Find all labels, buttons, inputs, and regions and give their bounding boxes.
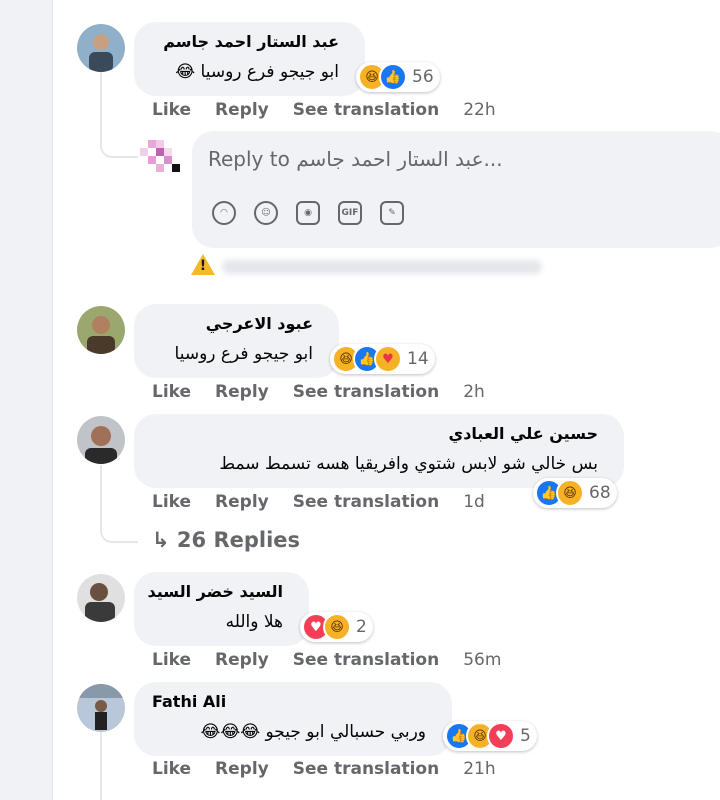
sticker-icon[interactable]: ◠ xyxy=(212,201,236,225)
see-translation-link[interactable]: See translation xyxy=(293,382,439,402)
reply-composer[interactable]: Reply to عبد الستار احمد جاسم... ◠ ☺ ◉ G… xyxy=(192,131,720,248)
comment-timestamp[interactable]: 2h xyxy=(463,382,485,402)
thread-curve xyxy=(100,110,138,158)
reply-button[interactable]: Reply xyxy=(215,100,269,120)
see-translation-link[interactable]: See translation xyxy=(293,100,439,120)
comment-body: ابو جيجو فرع روسيا xyxy=(200,62,339,82)
haha-reaction-icon: 😆 xyxy=(323,613,351,641)
reaction-count: 56 xyxy=(412,67,434,87)
see-translation-link[interactable]: See translation xyxy=(293,650,439,670)
avatar-photo xyxy=(77,684,125,732)
reply-button[interactable]: Reply xyxy=(215,650,269,670)
avatar-photo xyxy=(77,306,125,354)
reply-button[interactable]: Reply xyxy=(215,759,269,779)
comment-bubble: عبود الاعرجي ابو جيجو فرع روسيا xyxy=(134,304,339,378)
reaction-summary[interactable]: 😆 👍 ♥ 14 xyxy=(330,344,435,374)
gif-icon[interactable]: GIF xyxy=(338,201,362,225)
comment-author[interactable]: Fathi Ali xyxy=(152,692,226,711)
avatar[interactable] xyxy=(77,306,125,354)
left-gutter xyxy=(0,0,52,800)
like-button[interactable]: Like xyxy=(152,100,191,120)
comment-body: وربي حسبالي ابو جيجو xyxy=(265,722,427,742)
like-button[interactable]: Like xyxy=(152,759,191,779)
comment-actions: Like Reply See translation 1d xyxy=(152,492,509,512)
current-user-avatar xyxy=(140,140,184,180)
camera-icon[interactable]: ◉ xyxy=(296,201,320,225)
like-button[interactable]: Like xyxy=(152,492,191,512)
like-button[interactable]: Like xyxy=(152,382,191,402)
avatar-photo xyxy=(77,24,125,72)
see-translation-link[interactable]: See translation xyxy=(293,492,439,512)
emoji-icon[interactable]: ☺ xyxy=(254,201,278,225)
comment-text: ابو جيجو فرع روسيا 😂 xyxy=(175,62,339,82)
reaction-summary[interactable]: 👍 😆 ♥ 5 xyxy=(443,721,537,751)
reaction-count: 14 xyxy=(407,349,429,369)
avatar[interactable] xyxy=(77,684,125,732)
comment-body: بس خالي شو لابس شتوي وافريقيا هسه تسمط س… xyxy=(219,454,598,474)
like-reaction-icon: 👍 xyxy=(379,63,407,91)
reaction-summary[interactable]: 👍 😆 68 xyxy=(533,478,617,508)
comment-actions: Like Reply See translation 21h xyxy=(152,759,520,779)
thread-line xyxy=(100,732,102,800)
care-reaction-icon: ♥ xyxy=(374,345,402,373)
sticker-face-icon[interactable]: ✎ xyxy=(380,201,404,225)
laugh-emoji: 😂😂😂 xyxy=(200,722,261,742)
see-translation-link[interactable]: See translation xyxy=(293,759,439,779)
comment-timestamp[interactable]: 21h xyxy=(463,759,495,779)
avatar[interactable] xyxy=(77,24,125,72)
comment-author[interactable]: حسين علي العبادي xyxy=(449,424,598,443)
comment-actions: Like Reply See translation 56m xyxy=(152,650,525,670)
avatar-photo xyxy=(77,416,125,464)
like-button[interactable]: Like xyxy=(152,650,191,670)
reaction-count: 68 xyxy=(589,483,611,503)
replies-count: 26 Replies xyxy=(176,528,301,552)
reaction-count: 2 xyxy=(356,617,367,637)
avatar[interactable] xyxy=(77,416,125,464)
love-reaction-icon: ♥ xyxy=(487,722,515,750)
comment-actions: Like Reply See translation 2h xyxy=(152,382,509,402)
reaction-summary[interactable]: 😆 👍 56 xyxy=(356,62,440,92)
avatar-photo xyxy=(77,574,125,622)
warning-mark: ! xyxy=(199,258,207,274)
reply-input[interactable]: Reply to عبد الستار احمد جاسم... xyxy=(208,147,503,171)
comment-bubble: Fathi Ali وربي حسبالي ابو جيجو 😂😂😂 xyxy=(134,682,452,756)
gutter-divider xyxy=(52,0,53,800)
comment-author[interactable]: عبود الاعرجي xyxy=(206,314,313,333)
comment-timestamp[interactable]: 22h xyxy=(463,100,495,120)
reaction-summary[interactable]: ♥ 😆 2 xyxy=(300,612,373,642)
thread-curve xyxy=(100,505,138,543)
comment-author[interactable]: السيد خضر السيد xyxy=(148,582,283,601)
blurred-notice xyxy=(222,260,542,274)
comment-body: ابو جيجو فرع روسيا xyxy=(174,344,313,364)
avatar[interactable] xyxy=(77,574,125,622)
haha-reaction-icon: 😆 xyxy=(556,479,584,507)
composer-toolbar: ◠ ☺ ◉ GIF ✎ xyxy=(212,201,404,225)
comment-text: وربي حسبالي ابو جيجو 😂😂😂 xyxy=(201,722,427,742)
reply-button[interactable]: Reply xyxy=(215,382,269,402)
comment-author[interactable]: عبد الستار احمد جاسم xyxy=(163,32,339,51)
view-replies-link[interactable]: ↳ 26 Replies xyxy=(152,528,300,552)
comment-bubble: حسين علي العبادي بس خالي شو لابس شتوي وا… xyxy=(134,414,624,488)
reply-arrow-icon: ↳ xyxy=(152,528,170,552)
comment-bubble: عبد الستار احمد جاسم ابو جيجو فرع روسيا … xyxy=(134,22,365,96)
comment-timestamp[interactable]: 56m xyxy=(463,650,501,670)
reaction-count: 5 xyxy=(520,726,531,746)
comment-timestamp[interactable]: 1d xyxy=(463,492,485,512)
comment-body: هلا والله xyxy=(225,612,283,632)
laugh-emoji: 😂 xyxy=(175,62,196,82)
comment-bubble: السيد خضر السيد هلا والله xyxy=(134,572,309,646)
comment-actions: Like Reply See translation 22h xyxy=(152,100,520,120)
reply-button[interactable]: Reply xyxy=(215,492,269,512)
